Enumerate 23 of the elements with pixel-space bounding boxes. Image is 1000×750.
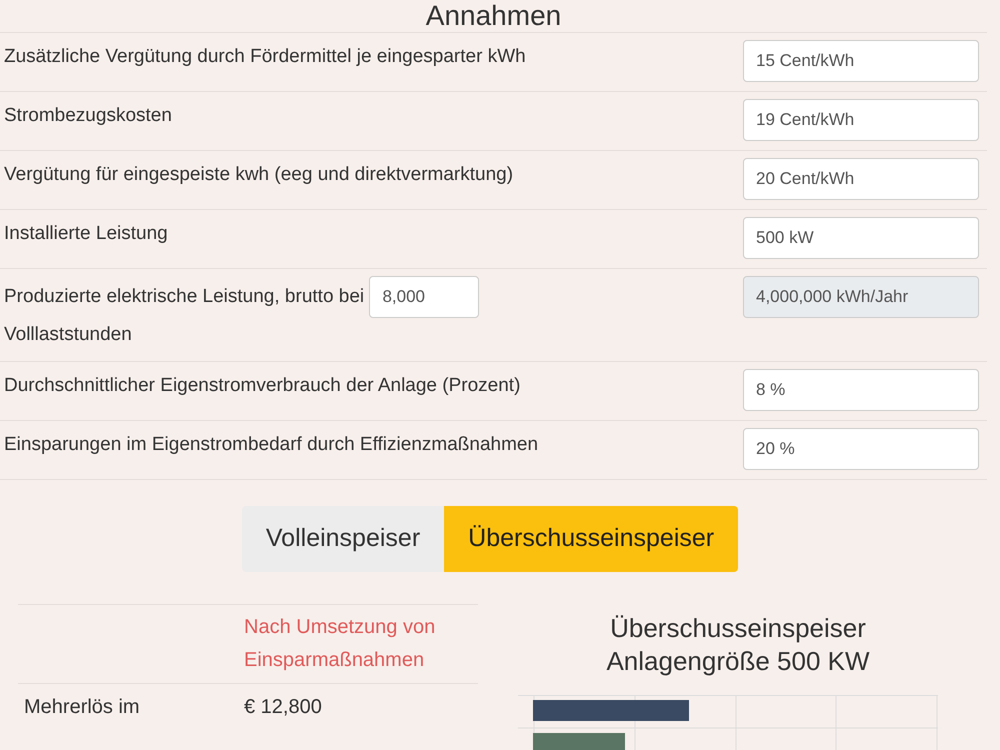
input-field[interactable]: 20 % bbox=[743, 428, 979, 470]
mode-tab[interactable]: Volleinspeiser bbox=[242, 506, 444, 572]
field-label: Produzierte elektrische Leistung, brutto bei bbox=[4, 286, 364, 308]
field-label: Strombezugskosten bbox=[4, 104, 172, 128]
section-heading: Annahmen bbox=[426, 0, 562, 32]
row-label: Mehrerlös im bbox=[23, 695, 141, 720]
row-value: € 12,800 bbox=[244, 695, 322, 720]
input-field[interactable]: 500 kW bbox=[743, 217, 979, 259]
field-label: Durchschnittlicher Eigenstromverbrauch der Anlage (Prozent) bbox=[4, 374, 520, 398]
mode-tab[interactable]: Überschusseinspeiser bbox=[444, 506, 738, 572]
input-field[interactable]: 20 Cent/kWh bbox=[743, 158, 979, 200]
chart-title: Anlagengröße 500 KW bbox=[606, 645, 870, 678]
input-field: 4,000,000 kWh/Jahr bbox=[743, 276, 979, 318]
field-label: Volllaststunden bbox=[4, 324, 132, 345]
field-label: Installierte Leistung bbox=[4, 222, 168, 246]
input-field[interactable]: 19 Cent/kWh bbox=[743, 99, 979, 141]
column-header: Nach Umsetzung von Einsparmaßnahmen bbox=[244, 615, 436, 673]
input-field[interactable]: 15 Cent/kWh bbox=[743, 40, 979, 82]
field-label: Zusätzliche Vergütung durch Fördermittel je eingesparter kWh bbox=[4, 45, 526, 69]
field-label: Einsparungen im Eigenstrombedarf durch Effizienzmaßnahmen bbox=[4, 433, 538, 457]
chart-title: Überschusseinspeiser bbox=[610, 612, 866, 645]
field-label: Vergütung für eingespeiste kwh (eeg und direktvermarktung) bbox=[4, 163, 514, 187]
input-field[interactable]: 8 % bbox=[743, 369, 979, 411]
